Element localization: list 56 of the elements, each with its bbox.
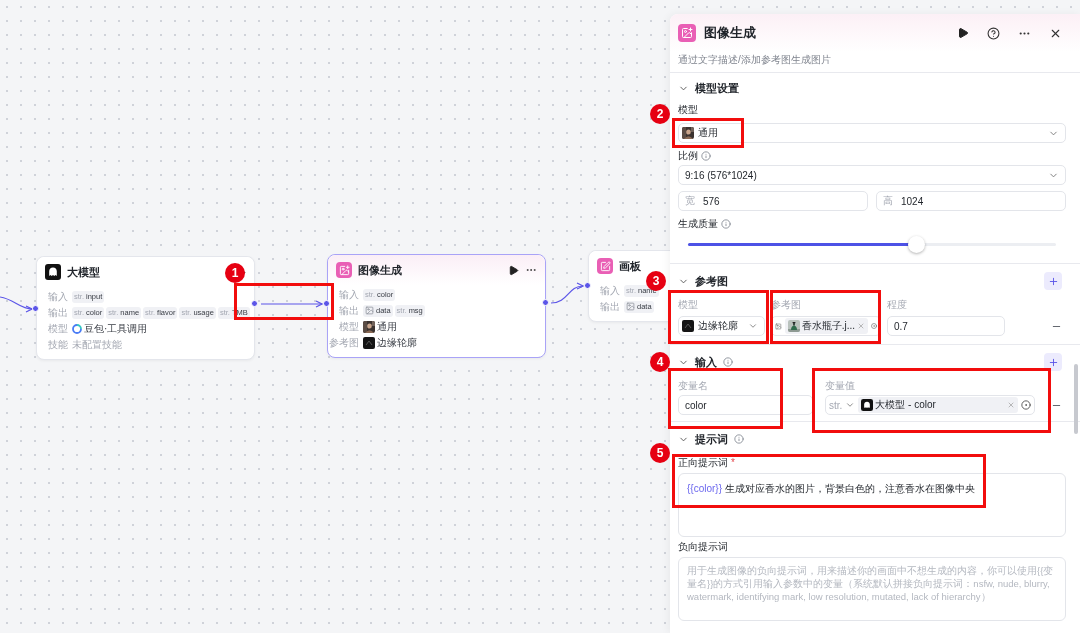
required-mark: *	[731, 456, 735, 470]
reference-name: 边缘轮廓	[377, 335, 417, 350]
field-label: 模型	[48, 321, 68, 336]
field-value: 576	[703, 195, 720, 207]
variable-token: {{color}}	[687, 483, 723, 494]
field-label: 输出	[339, 303, 359, 318]
field-value: color	[685, 399, 707, 411]
section-title: 输入	[695, 354, 717, 370]
negative-prompt-field[interactable]: 用于生成图像的负向提示词，用来描述你的画面中不想生成的内容，你可以使用{{变量名}}的方式引用输入参数中的变量（系统默认拼接负向提示词：nsfw, nude, blurry, watermark, identifying mark, low resolution, mutated, lack of hierarchy）	[678, 557, 1066, 621]
field-label: 模型	[339, 319, 359, 334]
column-label: 变量值	[825, 379, 856, 393]
field-prefix: 高	[883, 194, 893, 208]
variable-value-field[interactable]: str. 大模型 - color	[825, 395, 1035, 415]
positive-prompt-field[interactable]: {{color}} 生成对应香水的图片，背景白色的，注意香水在图像中央	[678, 473, 1066, 537]
model-select[interactable]: 通用	[678, 123, 1066, 143]
field-value: 1024	[901, 195, 924, 207]
field-value: 0.7	[894, 320, 908, 332]
height-field[interactable]: 高 1024	[876, 191, 1066, 211]
empty-skill-text: 未配置技能	[72, 337, 122, 352]
prompt-text: 生成对应香水的图片，背景白色的，注意香水在图像中央	[725, 483, 976, 494]
section-title: 模型设置	[695, 80, 739, 96]
node-title: 画板	[619, 258, 642, 274]
field-label: 负向提示词	[678, 540, 729, 554]
model-name: 通用	[377, 319, 397, 334]
file-name: 香水瓶子.j...	[801, 319, 855, 333]
field-label: 正向提示词	[678, 456, 728, 470]
section-title: 提示词	[695, 431, 728, 447]
column-label: 参考图	[771, 298, 802, 312]
field-label: 输入	[339, 287, 359, 302]
field-label: 模型	[678, 103, 699, 117]
field-label: 参考图	[329, 335, 359, 350]
field-prefix: 宽	[685, 194, 695, 208]
step-marker: 4	[650, 352, 670, 372]
field-label: 输出	[48, 305, 68, 320]
column-label: 变量名	[678, 379, 709, 393]
field-label: 比例	[678, 149, 698, 163]
column-label: 程度	[887, 298, 908, 312]
strength-field[interactable]: 0.7	[887, 316, 1005, 336]
node-title: 图像生成	[358, 262, 403, 278]
ratio-select[interactable]: 9:16 (576*1024)	[678, 165, 1066, 185]
section-title: 参考图	[695, 273, 728, 289]
width-field[interactable]: 宽 576	[678, 191, 868, 211]
field-label: 生成质量	[678, 217, 718, 231]
field-label: 输入	[600, 283, 620, 298]
field-label: 输入	[48, 289, 68, 304]
panel-description: 通过文字描述/添加参考图生成图片	[670, 52, 1080, 73]
step-marker: 2	[650, 104, 670, 124]
field-label: 技能	[48, 337, 68, 352]
column-label: 模型	[678, 298, 699, 312]
reference-model-select[interactable]: 边缘轮廓	[678, 316, 765, 336]
panel-title: 图像生成	[704, 24, 757, 42]
model-name: 豆包·工具调用	[84, 321, 148, 336]
variable-source: 大模型 - color	[875, 398, 937, 412]
node-title: 大模型	[67, 264, 101, 280]
field-label: 输出	[600, 299, 620, 314]
step-marker: 5	[650, 443, 670, 463]
